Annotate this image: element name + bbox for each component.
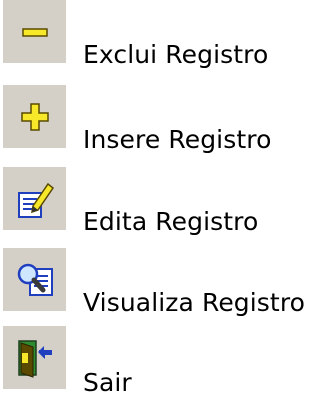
sair-label: Sair xyxy=(83,368,132,397)
minus-icon xyxy=(3,0,66,63)
visualiza-registro-label: Visualiza Registro xyxy=(83,288,306,317)
visualiza-registro-button[interactable]: Visualiza Registro xyxy=(0,248,319,326)
sair-button[interactable]: Sair xyxy=(0,326,319,404)
edita-registro-label: Edita Registro xyxy=(83,207,259,236)
insere-registro-label: Insere Registro xyxy=(83,125,272,154)
exit-door-icon xyxy=(3,326,66,389)
edita-registro-button[interactable]: Edita Registro xyxy=(0,167,319,245)
insere-registro-button[interactable]: Insere Registro xyxy=(0,85,319,163)
edit-document-icon xyxy=(3,167,66,230)
exclui-registro-button[interactable]: Exclui Registro xyxy=(0,0,319,78)
exclui-registro-label: Exclui Registro xyxy=(83,40,269,69)
view-document-icon xyxy=(3,248,66,311)
plus-icon xyxy=(3,85,66,148)
